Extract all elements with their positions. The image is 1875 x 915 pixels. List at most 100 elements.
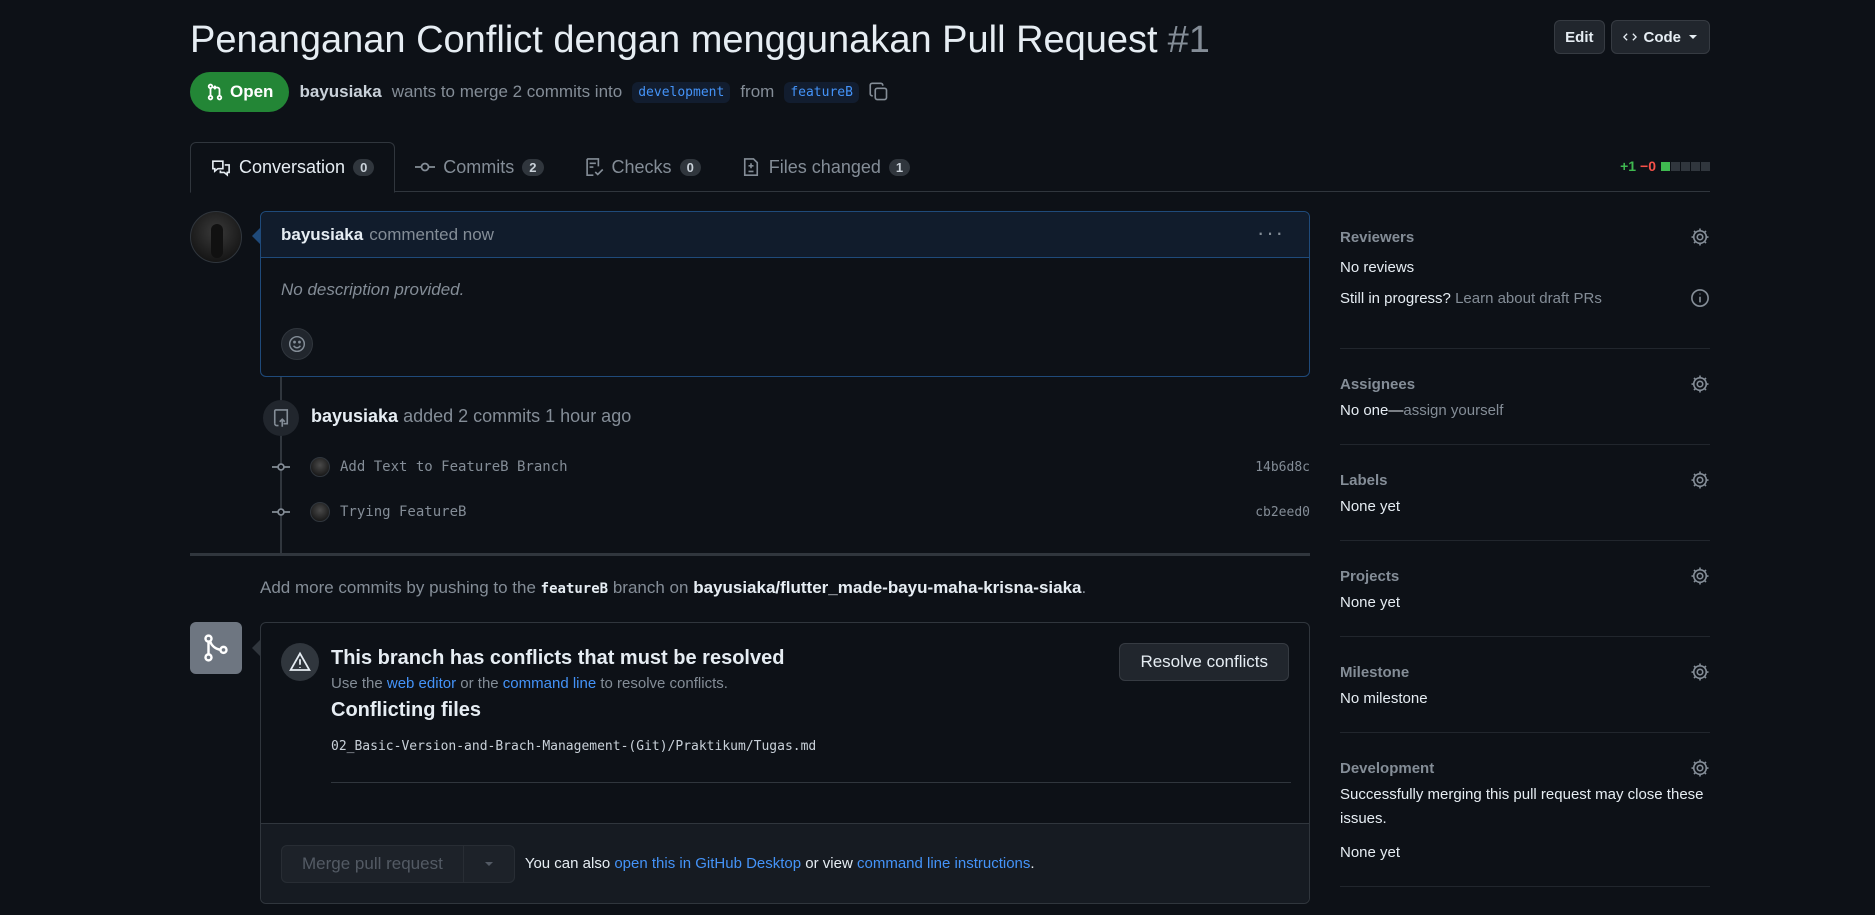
labels-value: None yet — [1340, 498, 1401, 515]
tab-count: 2 — [522, 158, 544, 176]
commit-message[interactable]: Add Text to FeatureB Branch — [340, 459, 568, 475]
conflict-desc-middle: or the — [460, 675, 499, 692]
merge-pull-request-button[interactable]: Merge pull request — [282, 845, 464, 882]
checklist-icon — [585, 158, 603, 176]
pr-number: #1 — [1167, 18, 1210, 61]
commit-row: Add Text to FeatureB Branch 14b6d8c — [270, 452, 1310, 482]
status-label: Open — [230, 82, 274, 101]
gear-icon[interactable] — [1690, 566, 1710, 586]
head-branch[interactable]: featureB — [784, 81, 859, 103]
diffstat-block — [1661, 162, 1670, 171]
git-commit-icon — [270, 458, 292, 476]
diffstat-block — [1681, 162, 1690, 171]
comment-action: commented now — [369, 224, 494, 244]
git-commit-icon — [270, 503, 292, 521]
sidebar-projects: Projects None yet — [1340, 541, 1710, 637]
caret-down-icon — [1689, 35, 1697, 39]
gear-icon[interactable] — [1690, 470, 1710, 490]
sidebar-heading[interactable]: Assignees — [1340, 369, 1710, 399]
diffstat-deletions: −0 — [1640, 158, 1656, 174]
commit-row: Trying FeatureB cb2eed0 — [270, 497, 1310, 527]
resolve-conflicts-button[interactable]: Resolve conflicts — [1119, 643, 1289, 681]
repo-push-icon — [273, 409, 289, 427]
tab-conversation[interactable]: Conversation 0 — [190, 142, 396, 193]
development-description: Successfully merging this pull request m… — [1340, 786, 1704, 827]
gear-icon[interactable] — [1690, 374, 1710, 394]
sidebar-milestone: Milestone No milestone — [1340, 637, 1710, 733]
sidebar-assignees: Assignees No one—assign yourself — [1340, 349, 1710, 445]
avatar[interactable] — [310, 502, 330, 522]
push-hint: Add more commits by pushing to the featu… — [260, 578, 1086, 598]
comment-pointer — [252, 228, 260, 244]
conflicting-file: 02_Basic-Version-and-Brach-Management-(G… — [331, 739, 817, 754]
web-editor-link[interactable]: web editor — [387, 675, 456, 692]
diffstat-bar — [1660, 158, 1710, 174]
conflict-description: Use the web editor or the command line t… — [331, 675, 728, 692]
title-row: Penanganan Conflict dengan menggunakan P… — [190, 14, 1710, 66]
repo-link[interactable]: bayusiaka/flutter_made-bayu-maha-krisna-… — [693, 578, 1081, 597]
assign-yourself-link[interactable]: assign yourself — [1403, 402, 1503, 419]
event-text: added 2 commits 1 hour ago — [403, 406, 632, 426]
github-desktop-link[interactable]: open this in GitHub Desktop — [614, 855, 801, 872]
base-branch[interactable]: development — [632, 81, 731, 103]
git-merge-icon — [204, 634, 228, 662]
draft-prs-link[interactable]: Learn about draft PRs — [1455, 290, 1602, 307]
tab-commits[interactable]: Commits 2 — [395, 142, 563, 192]
merge-pointer — [252, 640, 260, 656]
commit-message[interactable]: Trying FeatureB — [340, 504, 466, 520]
sidebar-heading[interactable]: Labels — [1340, 465, 1710, 495]
gear-icon[interactable] — [1690, 227, 1710, 247]
code-button-label: Code — [1643, 28, 1682, 46]
merge-box: This branch has conflicts that must be r… — [260, 622, 1310, 904]
kebab-menu-icon[interactable]: ··· — [1257, 220, 1285, 246]
avatar[interactable] — [190, 211, 242, 263]
comment-box: bayusiaka commented now ··· No descripti… — [260, 211, 1310, 377]
tab-count: 0 — [353, 159, 375, 176]
sidebar-heading[interactable]: Reviewers — [1340, 222, 1710, 252]
smiley-icon — [288, 335, 306, 353]
add-reaction-button[interactable] — [281, 328, 313, 360]
comment-author[interactable]: bayusiaka — [281, 225, 363, 245]
push-hint-suffix: . — [1081, 578, 1087, 597]
event-author[interactable]: bayusiaka — [311, 406, 398, 426]
merge-method-dropdown[interactable] — [464, 846, 514, 882]
commit-sha[interactable]: cb2eed0 — [1255, 505, 1310, 520]
diffstat-additions: +1 — [1620, 158, 1637, 174]
comment-discussion-icon — [212, 159, 230, 177]
author-link[interactable]: bayusiaka — [299, 82, 381, 102]
file-diff-icon — [743, 158, 758, 176]
gear-icon[interactable] — [1690, 758, 1710, 778]
avatar[interactable] — [310, 457, 330, 477]
sidebar: Reviewers No reviews Still in progress? … — [1340, 222, 1710, 887]
pr-tabs: Conversation 0 Commits 2 Checks 0 Files … — [190, 142, 1710, 193]
push-hint-middle: branch on — [612, 578, 689, 597]
code-button[interactable]: Code — [1610, 20, 1710, 54]
sidebar-heading[interactable]: Projects — [1340, 561, 1710, 591]
push-hint-branch: featureB — [540, 581, 609, 597]
edit-button[interactable]: Edit — [1554, 20, 1605, 54]
push-hint-prefix: Add more commits by pushing to the — [260, 578, 536, 597]
tab-label: Commits — [443, 156, 515, 177]
command-line-instructions-link[interactable]: command line instructions — [857, 855, 1030, 872]
sidebar-heading[interactable]: Development — [1340, 753, 1710, 783]
commits-event: bayusiaka added 2 commits 1 hour ago — [311, 406, 631, 427]
command-line-link[interactable]: command line — [503, 675, 596, 692]
comment-header: bayusiaka commented now — [261, 212, 1309, 258]
commit-sha[interactable]: 14b6d8c — [1255, 460, 1310, 475]
pr-title: Penanganan Conflict dengan menggunakan P… — [190, 19, 1210, 62]
pull-request-icon — [207, 83, 223, 101]
gear-icon[interactable] — [1690, 662, 1710, 682]
sidebar-labels: Labels None yet — [1340, 445, 1710, 541]
info-icon[interactable] — [1690, 288, 1710, 308]
timeline-divider — [190, 553, 1310, 556]
tab-checks[interactable]: Checks 0 — [564, 142, 721, 192]
tab-label: Files changed — [768, 156, 881, 177]
tab-count: 0 — [679, 158, 701, 176]
sidebar-development: Development Successfully merging this pu… — [1340, 733, 1710, 887]
sidebar-reviewers: Reviewers No reviews Still in progress? … — [1340, 222, 1710, 349]
milestone-value: No milestone — [1340, 690, 1428, 707]
diffstat-block — [1671, 162, 1680, 171]
sidebar-heading[interactable]: Milestone — [1340, 657, 1710, 687]
tab-files-changed[interactable]: Files changed 1 — [721, 142, 930, 192]
copy-icon[interactable] — [869, 82, 889, 102]
